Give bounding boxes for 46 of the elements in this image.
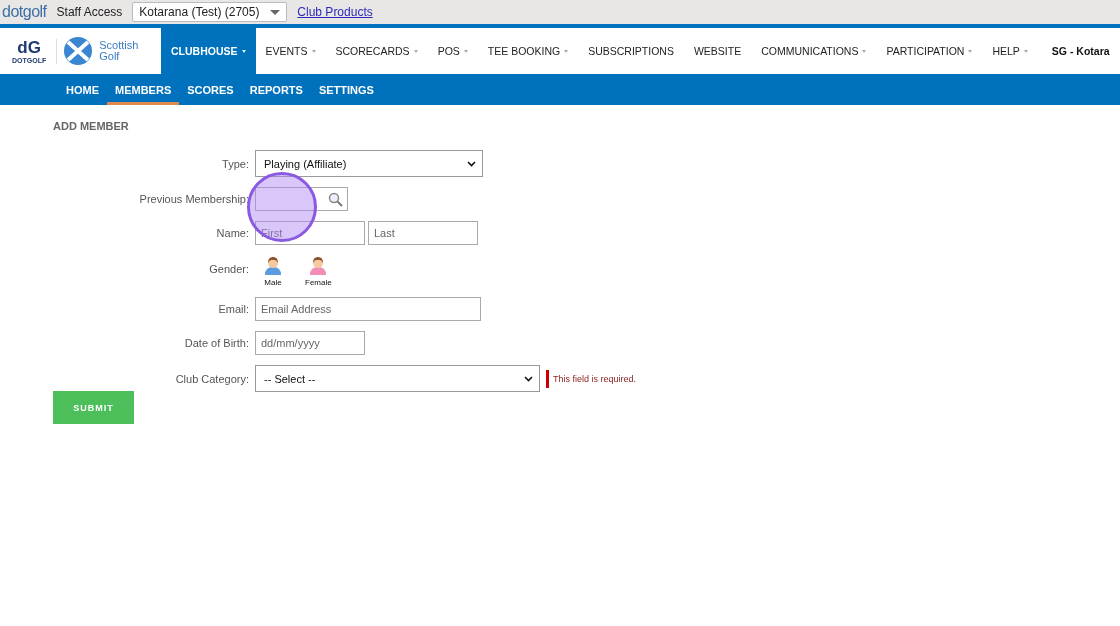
gender-option-label[interactable]: Male: [264, 278, 282, 287]
field-label: Date of Birth:: [183, 337, 249, 349]
chevron-icon: [524, 375, 533, 382]
field-label: Type:: [221, 157, 249, 170]
sub-nav-item[interactable]: HOME: [58, 74, 107, 105]
email-field[interactable]: Email Address: [255, 297, 481, 321]
date-field[interactable]: dd/mm/yyyy: [255, 331, 365, 355]
partner-logo-text: Scottish Golf: [99, 40, 140, 62]
club-select[interactable]: Kotarana (Test) (2705): [132, 2, 288, 22]
sub-nav-item[interactable]: MEMBERS: [107, 74, 180, 105]
search-icon[interactable]: [328, 191, 343, 207]
caret-icon: [241, 49, 246, 53]
field-label: Gender:: [208, 262, 249, 275]
logo[interactable]: dG: [17, 38, 41, 57]
sub-nav-item[interactable]: SCORES: [179, 74, 242, 105]
field-label: Previous Membership:: [138, 193, 249, 205]
field-label: Email:: [217, 303, 249, 315]
gender-option-label[interactable]: Female: [305, 278, 332, 287]
error-message: This field is required.: [546, 369, 637, 388]
search-field[interactable]: [255, 187, 348, 211]
caret-icon: [311, 49, 316, 53]
flag-globe-icon: [63, 36, 94, 66]
page-title: ADD MEMBER: [53, 120, 130, 132]
sub-nav-item[interactable]: SETTINGS: [310, 74, 382, 105]
caret-icon: [862, 49, 867, 53]
caret-icon: [1023, 49, 1028, 53]
field-label: Club Category:: [174, 372, 249, 385]
name-field[interactable]: Last: [368, 221, 478, 245]
caret-icon: [968, 49, 973, 53]
staff-access-label: Staff Access: [56, 5, 123, 19]
nav-item[interactable]: CLUBHOUSE: [161, 28, 256, 74]
user-label[interactable]: SG - Kotara: [1051, 45, 1110, 57]
caret-icon: [564, 49, 569, 53]
select-field[interactable]: -- Select --: [255, 365, 540, 392]
male-icon[interactable]: [263, 255, 283, 275]
chevron-icon: [467, 160, 476, 167]
club-products-link[interactable]: Club Products: [297, 5, 373, 19]
sub-nav-item[interactable]: REPORTS: [241, 74, 311, 105]
caret-icon: [463, 49, 468, 53]
caret-icon: [270, 9, 281, 15]
select-field[interactable]: Playing (Affiliate): [255, 150, 483, 177]
logo[interactable]: dotgolf: [2, 3, 47, 21]
field-label: Name:: [215, 227, 249, 239]
female-icon[interactable]: [308, 255, 329, 275]
name-field[interactable]: First: [255, 221, 365, 245]
caret-icon: [413, 49, 418, 53]
